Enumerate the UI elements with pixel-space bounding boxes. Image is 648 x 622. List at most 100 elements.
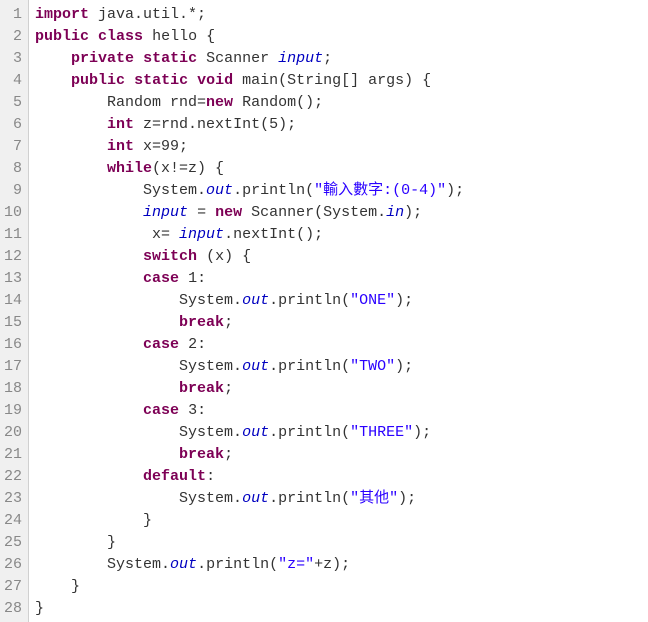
code-token: main(String[] args) { — [233, 72, 431, 89]
code-token — [125, 72, 134, 89]
line-number: 13 — [4, 268, 22, 290]
code-line: } — [35, 598, 648, 620]
code-token: public — [35, 28, 89, 45]
code-token: java.util.*; — [89, 6, 206, 23]
code-token: out — [242, 292, 269, 309]
code-token — [35, 72, 71, 89]
code-token: .println( — [233, 182, 314, 199]
code-token: input — [179, 226, 224, 243]
code-token: ); — [446, 182, 464, 199]
line-number: 25 — [4, 532, 22, 554]
code-token: "z=" — [278, 556, 314, 573]
code-token: ; — [224, 314, 233, 331]
line-number: 8 — [4, 158, 22, 180]
code-token: new — [206, 94, 233, 111]
line-number: 27 — [4, 576, 22, 598]
code-token: void — [197, 72, 233, 89]
code-token: .println( — [269, 292, 350, 309]
line-number-gutter: 1234567891011121314151617181920212223242… — [0, 0, 29, 622]
code-token: (x) { — [197, 248, 251, 265]
code-token: .println( — [269, 490, 350, 507]
line-number: 19 — [4, 400, 22, 422]
line-number: 15 — [4, 312, 22, 334]
code-token: public — [71, 72, 125, 89]
code-token — [35, 138, 107, 155]
code-token: hello { — [143, 28, 215, 45]
code-token: static — [134, 72, 188, 89]
code-token: System. — [35, 182, 206, 199]
code-token: System. — [35, 556, 170, 573]
line-number: 7 — [4, 136, 22, 158]
code-token — [188, 72, 197, 89]
code-token: 3: — [179, 402, 206, 419]
line-number: 5 — [4, 92, 22, 114]
code-line: x= input.nextInt(); — [35, 224, 648, 246]
code-line: break; — [35, 444, 648, 466]
code-token: break — [179, 380, 224, 397]
code-token — [35, 468, 143, 485]
code-token — [35, 248, 143, 265]
code-line: Random rnd=new Random(); — [35, 92, 648, 114]
code-token: : — [206, 468, 215, 485]
code-token: +z); — [314, 556, 350, 573]
code-token: = — [188, 204, 215, 221]
line-number: 9 — [4, 180, 22, 202]
line-number: 28 — [4, 598, 22, 620]
code-token: input — [143, 204, 188, 221]
code-line: int z=rnd.nextInt(5); — [35, 114, 648, 136]
code-token — [35, 50, 71, 67]
code-token: ); — [398, 490, 416, 507]
code-token: input — [278, 50, 323, 67]
code-token — [35, 270, 143, 287]
code-token: out — [242, 424, 269, 441]
code-token: default — [143, 468, 206, 485]
code-line: public static void main(String[] args) { — [35, 70, 648, 92]
code-line: int x=99; — [35, 136, 648, 158]
code-token: System. — [35, 490, 242, 507]
code-token: private — [71, 50, 134, 67]
line-number: 2 — [4, 26, 22, 48]
line-number: 23 — [4, 488, 22, 510]
code-line: } — [35, 510, 648, 532]
code-token: } — [35, 578, 80, 595]
code-token: class — [98, 28, 143, 45]
line-number: 18 — [4, 378, 22, 400]
code-token: 1: — [179, 270, 206, 287]
code-token: break — [179, 446, 224, 463]
code-editor: 1234567891011121314151617181920212223242… — [0, 0, 648, 622]
code-content: import java.util.*;public class hello { … — [29, 0, 648, 622]
code-token: ; — [323, 50, 332, 67]
code-line: public class hello { — [35, 26, 648, 48]
code-token: ; — [224, 380, 233, 397]
code-token — [89, 28, 98, 45]
code-token: out — [242, 490, 269, 507]
code-token: (x!=z) { — [152, 160, 224, 177]
code-token: Random rnd= — [35, 94, 206, 111]
code-token — [35, 314, 179, 331]
line-number: 12 — [4, 246, 22, 268]
code-token: "ONE" — [350, 292, 395, 309]
code-line: break; — [35, 378, 648, 400]
code-line: case 3: — [35, 400, 648, 422]
code-token: Scanner(System. — [242, 204, 386, 221]
line-number: 22 — [4, 466, 22, 488]
code-line: System.out.println("ONE"); — [35, 290, 648, 312]
code-token: 2: — [179, 336, 206, 353]
code-token: while — [107, 160, 152, 177]
line-number: 6 — [4, 114, 22, 136]
code-token: } — [35, 512, 152, 529]
code-token — [35, 336, 143, 353]
code-token: "其他" — [350, 490, 398, 507]
code-token: System. — [35, 292, 242, 309]
line-number: 10 — [4, 202, 22, 224]
code-line: System.out.println("THREE"); — [35, 422, 648, 444]
code-token: static — [143, 50, 197, 67]
line-number: 26 — [4, 554, 22, 576]
code-line: System.out.println("輸入數字:(0-4)"); — [35, 180, 648, 202]
line-number: 17 — [4, 356, 22, 378]
code-token — [35, 160, 107, 177]
code-token: out — [242, 358, 269, 375]
code-line: System.out.println("z="+z); — [35, 554, 648, 576]
code-token: Random(); — [233, 94, 323, 111]
code-line: } — [35, 576, 648, 598]
